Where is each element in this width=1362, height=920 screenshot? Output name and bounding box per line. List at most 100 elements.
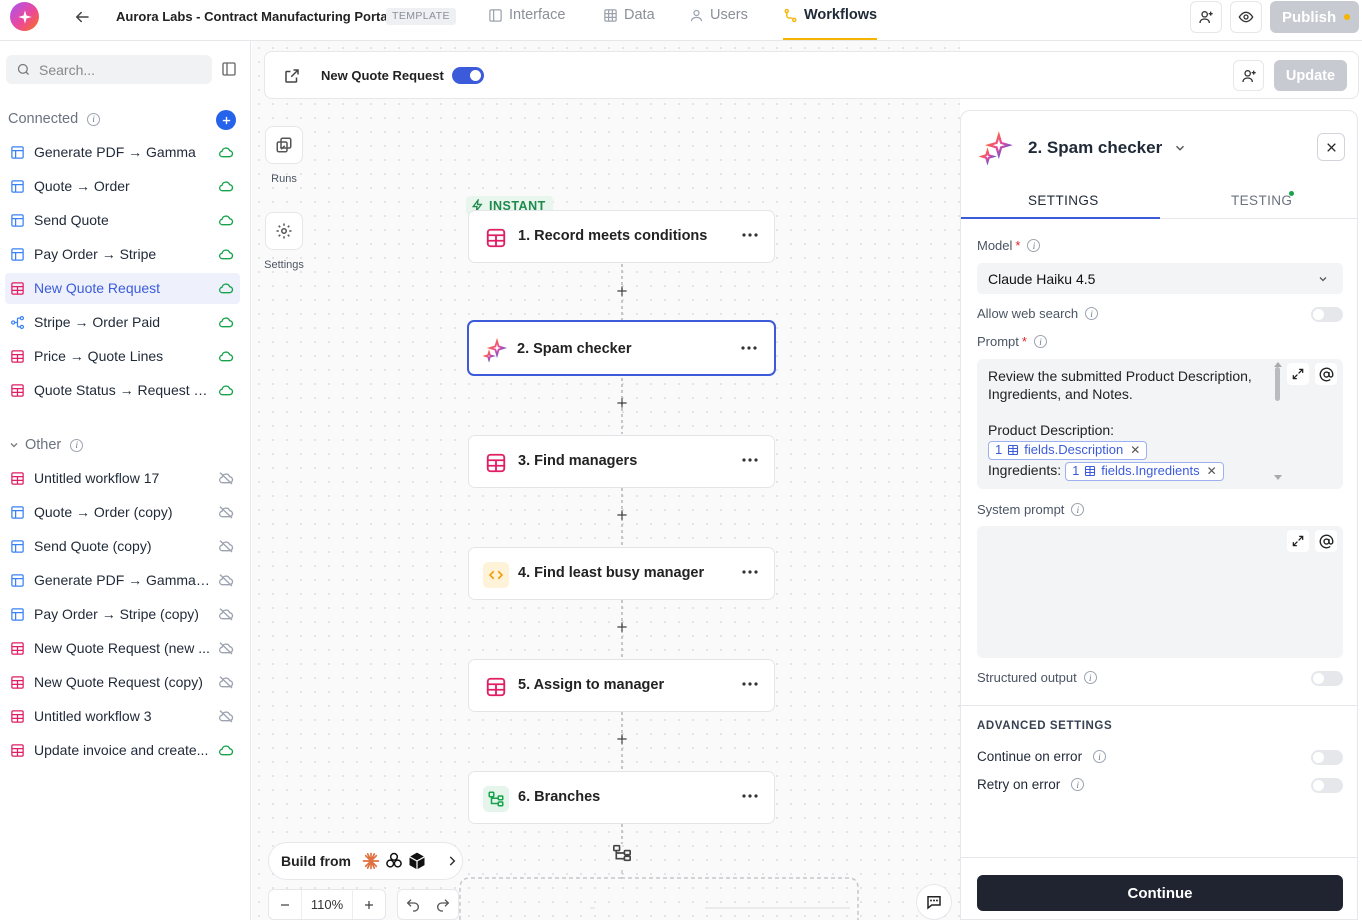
add-step-button[interactable] — [614, 395, 630, 411]
runs-button[interactable] — [265, 126, 303, 164]
sidebar-workflow-item[interactable]: Untitled workflow 17 — [5, 463, 240, 494]
active-tab-indicator — [783, 38, 877, 40]
sidebar-workflow-item[interactable]: Pay Order → Stripe — [5, 239, 240, 270]
more-options-icon[interactable] — [742, 458, 758, 462]
add-step-button[interactable] — [614, 619, 630, 635]
add-workflow-button[interactable] — [216, 110, 236, 130]
cloud-off-icon — [218, 471, 234, 485]
workflow-step-6[interactable]: 6. Branches — [468, 771, 775, 824]
redo-icon[interactable] — [435, 897, 451, 913]
info-icon[interactable]: i — [1027, 239, 1041, 252]
invite-user-button[interactable] — [1190, 1, 1222, 33]
tab-settings[interactable]: SETTINGS — [1028, 193, 1099, 208]
chevron-down-icon[interactable] — [1173, 141, 1187, 155]
workflow-step-2[interactable]: 2. Spam checker — [467, 320, 776, 376]
zoom-out-button[interactable] — [269, 899, 301, 911]
publish-button[interactable]: Publish — [1270, 1, 1359, 33]
add-step-button[interactable] — [614, 731, 630, 747]
workflow-invite-button[interactable] — [1233, 60, 1264, 91]
mention-button[interactable] — [1315, 530, 1337, 552]
table-icon — [10, 641, 25, 656]
prompt-content[interactable]: Review the submitted Product Description… — [988, 367, 1278, 481]
back-arrow-icon[interactable] — [70, 6, 94, 28]
info-icon[interactable]: i — [1071, 503, 1085, 516]
update-button[interactable]: Update — [1274, 60, 1347, 91]
workflow-step-5[interactable]: 5. Assign to manager — [468, 659, 775, 712]
info-icon[interactable]: i — [1071, 778, 1085, 791]
sidebar-workflow-item[interactable]: Quote → Order (copy) — [5, 497, 240, 528]
search-box[interactable] — [6, 55, 212, 84]
user-icon — [690, 9, 703, 21]
sidebar-workflow-item[interactable]: New Quote Request (new ... — [5, 633, 240, 664]
chat-button[interactable] — [916, 884, 952, 920]
preview-button[interactable] — [1230, 1, 1262, 33]
sidebar-workflow-item[interactable]: Stripe → Order Paid — [5, 307, 240, 338]
workflow-step-1[interactable]: 1. Record meets conditions — [468, 210, 775, 263]
search-input[interactable] — [39, 61, 199, 78]
mention-button[interactable] — [1315, 363, 1337, 385]
collapse-sidebar-icon[interactable] — [221, 61, 237, 77]
more-options-icon[interactable] — [742, 682, 758, 686]
retry-on-error-toggle[interactable] — [1311, 778, 1343, 793]
workflow-enabled-toggle[interactable] — [452, 67, 484, 84]
chevron-right-icon — [449, 856, 456, 866]
scrollbar-thumb[interactable] — [1275, 367, 1280, 401]
info-icon[interactable]: i — [1085, 307, 1099, 320]
add-step-button[interactable] — [614, 283, 630, 299]
sidebar-workflow-item[interactable]: New Quote Request (copy) — [5, 667, 240, 698]
sidebar-workflow-item[interactable]: Send Quote (copy) — [5, 531, 240, 562]
more-options-icon[interactable] — [742, 794, 758, 798]
remove-chip-icon[interactable]: ✕ — [1207, 462, 1217, 480]
structured-output-label-text: Structured output — [977, 670, 1077, 685]
sidebar-workflow-item[interactable]: Update invoice and create... — [5, 735, 240, 766]
sidebar-workflow-item[interactable]: Untitled workflow 3 — [5, 701, 240, 732]
plus-icon — [617, 286, 627, 296]
sidebar-workflow-item[interactable]: New Quote Request — [5, 273, 240, 304]
undo-icon[interactable] — [405, 897, 421, 913]
expand-system-prompt-button[interactable] — [1287, 530, 1309, 552]
settings-button[interactable] — [265, 212, 303, 250]
nav-tab-workflows[interactable]: Workflows — [783, 7, 877, 23]
workflow-step-4[interactable]: 4. Find least busy manager — [468, 547, 775, 600]
sidebar-workflow-item[interactable]: Pay Order → Stripe (copy) — [5, 599, 240, 630]
info-icon[interactable]: i — [1093, 750, 1107, 763]
structured-output-toggle[interactable] — [1311, 671, 1343, 686]
nav-tab-users[interactable]: Users — [689, 7, 748, 23]
other-section-header[interactable]: Other i — [8, 437, 84, 453]
workflow-step-3[interactable]: 3. Find managers — [468, 435, 775, 488]
nav-tab-interface[interactable]: Interface — [488, 7, 565, 23]
prompt-editor[interactable]: Review the submitted Product Description… — [977, 359, 1343, 489]
web-search-toggle[interactable] — [1311, 307, 1343, 322]
tab-testing[interactable]: TESTING — [1231, 193, 1292, 208]
remove-chip-icon[interactable]: ✕ — [1130, 441, 1140, 459]
system-prompt-editor[interactable] — [977, 526, 1343, 658]
close-panel-button[interactable] — [1317, 133, 1345, 161]
info-icon[interactable]: i — [70, 438, 84, 452]
continue-button[interactable]: Continue — [977, 875, 1343, 911]
nav-tab-data[interactable]: Data — [603, 7, 655, 23]
open-external-icon[interactable] — [283, 67, 301, 85]
field-reference-chip[interactable]: 1 fields.Ingredients ✕ — [1065, 461, 1224, 481]
more-options-icon[interactable] — [742, 233, 758, 237]
sidebar-workflow-item[interactable]: Quote → Order — [5, 171, 240, 202]
zoom-in-button[interactable] — [353, 899, 385, 911]
sidebar-workflow-item[interactable]: Generate PDF → Gamma — [5, 137, 240, 168]
app-logo[interactable] — [10, 2, 39, 31]
info-icon[interactable]: i — [1033, 335, 1047, 348]
sidebar-workflow-item[interactable]: Quote Status → Request S... — [5, 375, 240, 406]
more-options-icon[interactable] — [742, 570, 758, 574]
sidebar-workflow-item[interactable]: Price → Quote Lines — [5, 341, 240, 372]
info-icon[interactable]: i — [1083, 671, 1097, 684]
info-icon[interactable]: i — [87, 112, 101, 126]
field-reference-chip[interactable]: 1 fields.Description ✕ — [988, 440, 1148, 460]
add-step-button[interactable] — [614, 507, 630, 523]
more-options-icon[interactable] — [741, 346, 757, 350]
model-select[interactable]: Claude Haiku 4.5 — [977, 263, 1343, 294]
sidebar-workflow-item[interactable]: Send Quote — [5, 205, 240, 236]
build-from-button[interactable]: Build from — [268, 842, 463, 880]
prompt-scrollbar[interactable] — [1274, 362, 1282, 483]
expand-prompt-button[interactable] — [1287, 363, 1309, 385]
continue-on-error-toggle[interactable] — [1311, 750, 1343, 765]
sidebar-workflow-item[interactable]: Generate PDF → Gamma (... — [5, 565, 240, 596]
zoom-level[interactable]: 110% — [301, 890, 353, 919]
